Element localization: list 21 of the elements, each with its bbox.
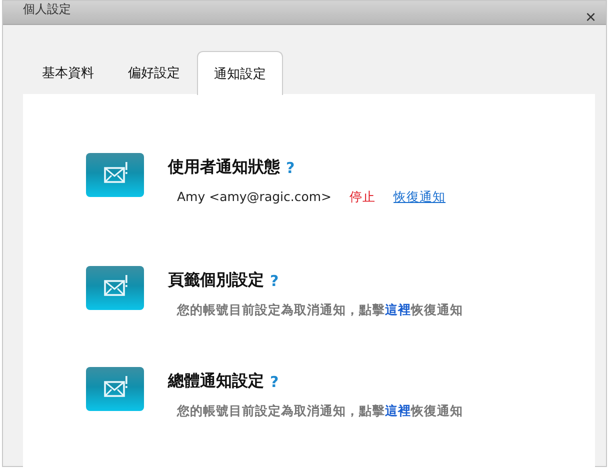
section-title: 頁籤個別設定 bbox=[168, 270, 264, 291]
user-email: Amy <amy@ragic.com> bbox=[177, 189, 332, 206]
mail-icon bbox=[86, 367, 144, 411]
tab[interactable]: 通知設定 bbox=[197, 51, 283, 95]
here-link[interactable]: 這裡 bbox=[385, 403, 411, 418]
help-link[interactable]: ? bbox=[286, 158, 295, 176]
stop-link[interactable]: 停止 bbox=[350, 189, 376, 206]
mail-icon bbox=[86, 266, 144, 310]
tab[interactable]: 基本資料 bbox=[25, 52, 111, 94]
close-button[interactable]: × bbox=[581, 8, 600, 26]
here-link[interactable]: 這裡 bbox=[385, 302, 411, 317]
help-link[interactable]: ? bbox=[270, 272, 279, 290]
window-title: 個人設定 bbox=[23, 1, 71, 18]
restore-link[interactable]: 恢復通知 bbox=[394, 189, 446, 206]
status-message: 您的帳號目前設定為取消通知，點擊這裡恢復通知 bbox=[177, 403, 463, 420]
mail-icon bbox=[86, 153, 144, 197]
status-message: 您的帳號目前設定為取消通知，點擊這裡恢復通知 bbox=[177, 302, 463, 319]
help-link[interactable]: ? bbox=[270, 372, 279, 390]
section-title: 總體通知設定 bbox=[168, 371, 264, 392]
section-title: 使用者通知狀態 bbox=[168, 157, 280, 178]
tab[interactable]: 偏好設定 bbox=[111, 52, 197, 94]
